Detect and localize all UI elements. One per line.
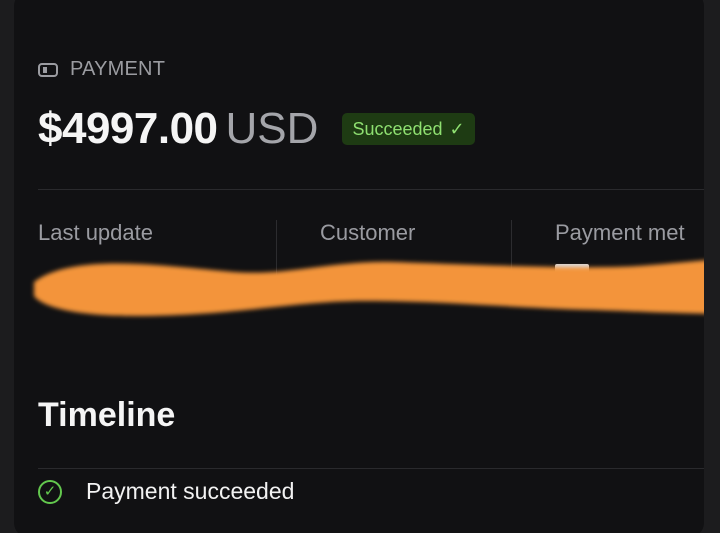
details-separator [511, 220, 512, 276]
check-circle-icon: ✓ [38, 479, 62, 504]
details-row: Last update Customer Payment met [38, 220, 704, 292]
check-icon: ✓ [449, 119, 465, 139]
status-label: Succeeded [352, 119, 443, 139]
header-divider [38, 189, 704, 190]
customer-label: Customer [320, 220, 416, 245]
payment-label: PAYMENT [70, 58, 166, 80]
screen-frame: PAYMENT $4997.00 USD Succeeded ✓ Last up… [0, 0, 720, 533]
last-update-label: Last update [38, 220, 153, 245]
timeline-divider [38, 468, 704, 469]
payment-kicker: PAYMENT [38, 58, 165, 81]
payment-method-card-icon [555, 264, 589, 282]
payment-icon [38, 62, 58, 77]
details-separator [276, 220, 277, 276]
payment-card: PAYMENT $4997.00 USD Succeeded ✓ Last up… [14, 0, 704, 533]
payment-currency: USD [225, 104, 319, 153]
payment-amount: $4997.00 [38, 104, 218, 153]
amount-row: $4997.00 USD Succeeded ✓ [38, 104, 475, 154]
timeline-title: Timeline [38, 396, 176, 434]
timeline-item-label: Payment succeeded [86, 478, 295, 504]
status-badge: Succeeded ✓ [342, 113, 475, 145]
timeline-item: ✓ Payment succeeded [38, 478, 294, 505]
